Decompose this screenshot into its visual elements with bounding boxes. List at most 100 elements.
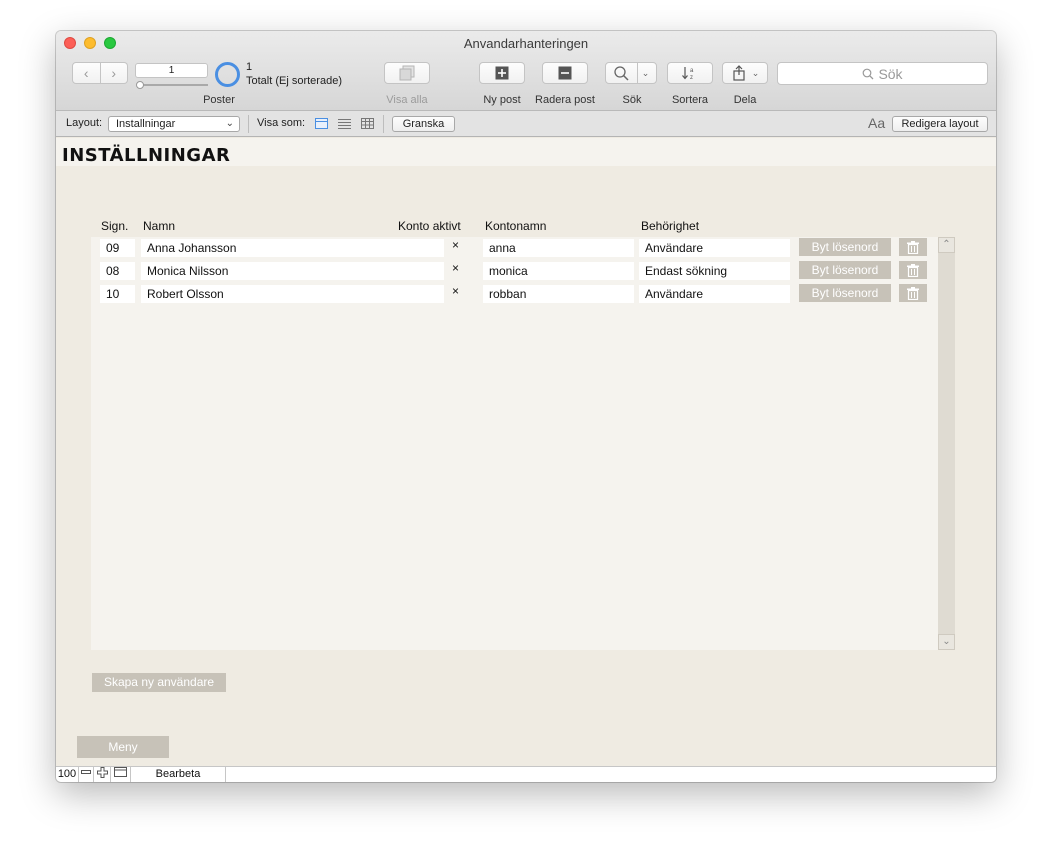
- status-bar: 100 Bearbeta: [56, 766, 996, 782]
- found-set-pie-icon: [215, 62, 240, 87]
- scroll-down-button[interactable]: ⌄: [938, 634, 955, 650]
- found-count: 1 Totalt (Ej sorterade): [246, 60, 342, 88]
- column-header-sign: Sign.: [101, 219, 129, 233]
- sort-icon: az: [682, 67, 694, 81]
- scroll-up-button[interactable]: ⌃: [938, 237, 955, 253]
- found-count-number: 1: [246, 61, 253, 73]
- share-label: Dela: [733, 94, 757, 106]
- trash-icon: [907, 263, 919, 277]
- minus-square-icon: [558, 66, 572, 80]
- search-icon: [863, 68, 874, 79]
- column-header-name: Namn: [143, 219, 176, 233]
- table-row: 09 Anna Johansson × anna Användare Byt l…: [91, 238, 939, 258]
- sign-field[interactable]: 09: [100, 239, 135, 257]
- change-password-button[interactable]: Byt lösenord: [799, 238, 891, 256]
- column-header-privilege: Behörighet: [641, 219, 700, 233]
- chevron-left-icon: ‹: [83, 65, 89, 81]
- preview-button[interactable]: Granska: [392, 116, 455, 132]
- form-view-icon[interactable]: [315, 118, 328, 129]
- users-portal: 09 Anna Johansson × anna Användare Byt l…: [91, 237, 939, 650]
- minus-icon: [81, 770, 91, 774]
- privilege-field[interactable]: Användare: [639, 285, 790, 303]
- privilege-field[interactable]: Endast sökning: [639, 262, 790, 280]
- plus-icon: [96, 767, 108, 778]
- account-name-field[interactable]: monica: [483, 262, 634, 280]
- sign-field[interactable]: 08: [100, 262, 135, 280]
- toggle-toolbar-button[interactable]: [111, 767, 131, 782]
- change-password-button[interactable]: Byt lösenord: [799, 284, 891, 302]
- sign-field[interactable]: 10: [100, 285, 135, 303]
- chevron-up-icon: ⌃: [942, 239, 951, 250]
- list-view-icon[interactable]: [338, 118, 351, 129]
- table-row: 10 Robert Olsson × robban Användare Byt …: [91, 284, 939, 304]
- record-slider-handle[interactable]: [136, 81, 144, 89]
- layout-select[interactable]: Installningar ⌄: [108, 116, 240, 132]
- change-password-button[interactable]: Byt lösenord: [799, 261, 891, 279]
- record-slider-track[interactable]: [138, 84, 208, 86]
- chevron-down-icon: ⌄: [641, 67, 650, 78]
- layout-content: INSTÄLLNINGAR Sign. Namn Konto aktivt Ko…: [56, 138, 996, 766]
- view-as-label: Visa som:: [257, 117, 306, 129]
- portal-scrollbar[interactable]: ⌃ ⌄: [938, 237, 955, 650]
- account-name-field[interactable]: anna: [483, 239, 634, 257]
- zoom-out-button[interactable]: [79, 767, 94, 782]
- quick-find-search-input[interactable]: Sök: [777, 62, 988, 85]
- page-title: INSTÄLLNINGAR: [62, 145, 231, 166]
- layout-label: Layout:: [66, 117, 103, 129]
- trash-icon: [907, 286, 919, 300]
- delete-record-label: Radera post: [535, 94, 595, 106]
- delete-user-button[interactable]: [899, 261, 927, 279]
- layout-bar: Layout: Installningar ⌄ Visa som: Gransk…: [56, 111, 996, 137]
- show-all-label: Visa alla: [386, 94, 428, 106]
- account-active-checkbox[interactable]: ×: [452, 261, 459, 275]
- find-button[interactable]: ⌄: [605, 62, 657, 84]
- menu-button[interactable]: Meny: [77, 736, 169, 758]
- table-view-icon[interactable]: [361, 118, 374, 129]
- window-title: Anvandarhanteringen: [463, 36, 589, 51]
- delete-user-button[interactable]: [899, 284, 927, 302]
- share-icon: [733, 65, 745, 81]
- app-window: Anvandarhanteringen ‹ › 1 1 Totalt (Ej s…: [56, 31, 996, 782]
- chevron-down-icon: ⌄: [225, 118, 234, 129]
- previous-record-button[interactable]: ‹: [72, 62, 101, 84]
- chevron-right-icon: ›: [111, 65, 117, 81]
- sort-button[interactable]: az: [667, 62, 713, 84]
- name-field[interactable]: Monica Nilsson: [141, 262, 444, 280]
- privilege-field[interactable]: Användare: [639, 239, 790, 257]
- new-record-label: Ny post: [483, 94, 521, 106]
- svg-text:z: z: [690, 75, 693, 81]
- found-count-status: Totalt (Ej sorterade): [246, 75, 342, 87]
- search-placeholder: Sök: [878, 65, 903, 82]
- column-header-account-name: Kontonamn: [485, 219, 547, 233]
- separator: [248, 115, 249, 133]
- plus-square-icon: [495, 66, 509, 80]
- next-record-button[interactable]: ›: [100, 62, 128, 84]
- name-field[interactable]: Robert Olsson: [141, 285, 444, 303]
- show-all-button[interactable]: [384, 62, 430, 84]
- chevron-down-icon: ⌄: [751, 67, 760, 78]
- account-active-checkbox[interactable]: ×: [452, 238, 459, 252]
- account-name-field[interactable]: robban: [483, 285, 634, 303]
- toolbar: Anvandarhanteringen ‹ › 1 1 Totalt (Ej s…: [56, 31, 996, 111]
- find-label: Sök: [622, 94, 642, 106]
- column-header-account-active: Konto aktivt: [398, 219, 461, 233]
- share-button[interactable]: ⌄: [722, 62, 768, 84]
- delete-user-button[interactable]: [899, 238, 927, 256]
- create-new-user-button[interactable]: Skapa ny användare: [92, 673, 226, 692]
- delete-record-button[interactable]: [542, 62, 588, 84]
- header-band: INSTÄLLNINGAR: [56, 138, 996, 166]
- magnifier-icon: [614, 66, 629, 81]
- new-record-button[interactable]: [479, 62, 525, 84]
- edit-layout-button[interactable]: Redigera layout: [892, 116, 988, 132]
- zoom-level[interactable]: 100: [56, 767, 79, 782]
- formatting-bar-icon[interactable]: Aa: [868, 115, 885, 131]
- show-all-icon: [399, 65, 415, 81]
- zoom-in-button[interactable]: [94, 767, 111, 782]
- mode-indicator[interactable]: Bearbeta: [131, 767, 226, 782]
- name-field[interactable]: Anna Johansson: [141, 239, 444, 257]
- record-number-field[interactable]: 1: [135, 63, 208, 78]
- layout-select-value: Installningar: [116, 118, 176, 130]
- account-active-checkbox[interactable]: ×: [452, 284, 459, 298]
- table-row: 08 Monica Nilsson × monica Endast söknin…: [91, 261, 939, 281]
- record-navigation: ‹ ›: [72, 62, 128, 84]
